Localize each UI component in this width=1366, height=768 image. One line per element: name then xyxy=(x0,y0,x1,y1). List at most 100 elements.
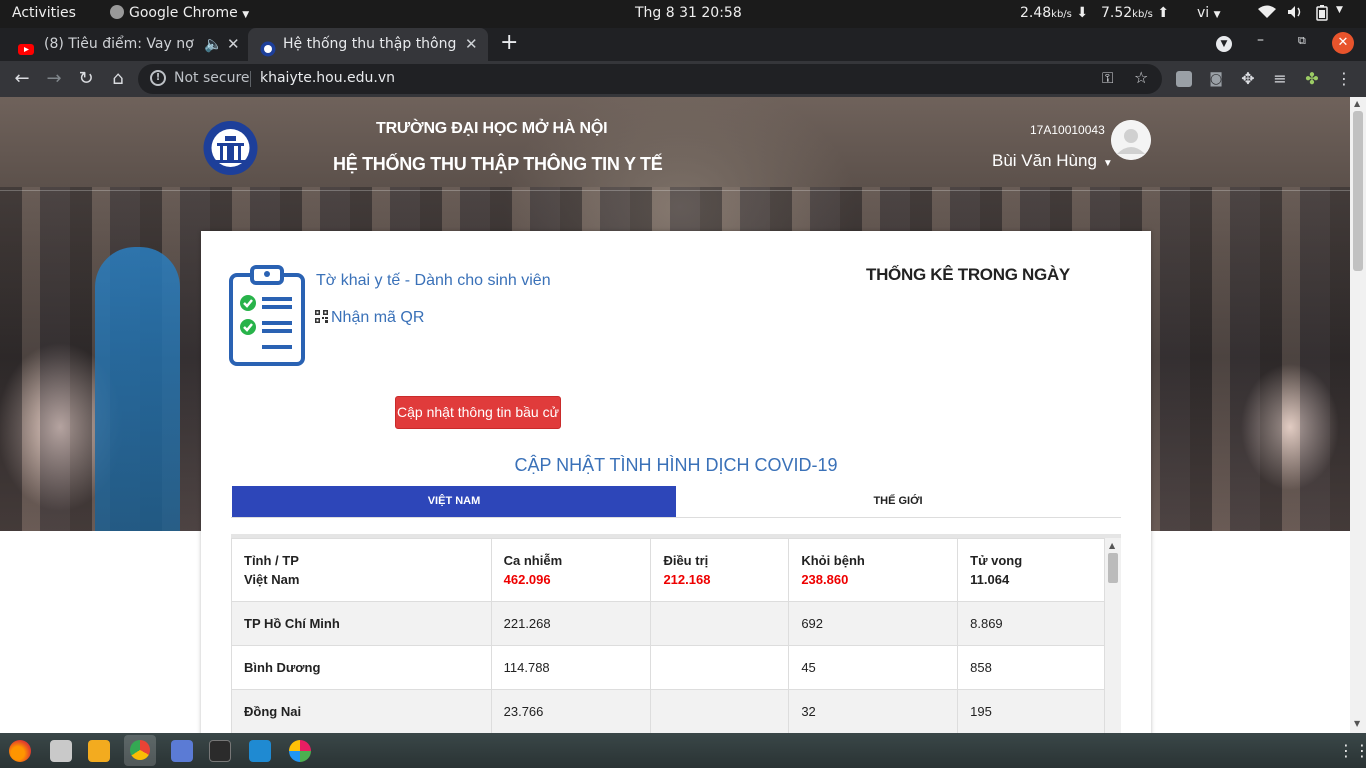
tab-close-icon[interactable]: ✕ xyxy=(227,28,240,60)
cell-province: TP Hồ Chí Minh xyxy=(231,601,492,646)
header-deaths: Tử vong 11.064 xyxy=(957,538,1105,602)
forward-arrow-icon[interactable]: → xyxy=(43,69,65,89)
cell-recovered: 692 xyxy=(788,601,959,646)
security-label[interactable]: Not secure xyxy=(174,70,250,86)
header-label: Khỏi bệnh xyxy=(801,553,865,568)
cell-cases: 114.788 xyxy=(490,645,652,690)
firefox-icon[interactable] xyxy=(9,740,31,762)
cell-treating xyxy=(650,689,790,733)
cell-cases: 23.766 xyxy=(490,689,652,733)
battery-icon[interactable] xyxy=(1316,5,1328,25)
header-province: Tỉnh / TP Việt Nam xyxy=(231,538,492,602)
qr-link-label: Nhận mã QR xyxy=(331,309,425,326)
volume-icon[interactable] xyxy=(1287,5,1303,23)
cell-province: Bình Dương xyxy=(231,645,492,690)
system-top-bar: Activities Google Chrome ▼ Thg 8 31 20:5… xyxy=(0,0,1366,28)
address-bar[interactable]: ! Not secure khaiyte.hou.edu.vn ⚿ ☆ xyxy=(138,64,1162,94)
reload-icon[interactable]: ↻ xyxy=(75,69,97,89)
bookmark-star-icon[interactable]: ☆ xyxy=(1134,68,1148,87)
app-menu[interactable]: Google Chrome ▼ xyxy=(110,5,249,21)
up-speed-unit: kb/s xyxy=(1051,9,1072,20)
table-scrollbar-thumb[interactable] xyxy=(1108,553,1118,583)
chrome-menu-icon[interactable]: ⋮ xyxy=(1333,69,1355,89)
qr-link[interactable]: Nhận mã QR xyxy=(315,309,424,327)
system-menu-chevron-icon[interactable]: ▼ xyxy=(1336,5,1343,15)
chrome-dock-item[interactable] xyxy=(124,735,156,766)
youtube-icon xyxy=(18,37,34,55)
tab-search-chevron-icon[interactable]: ▼ xyxy=(1216,36,1232,52)
daily-stats-title: THỐNG KÊ TRONG NGÀY xyxy=(866,265,1070,284)
student-id: 17A10010043 xyxy=(1030,123,1105,137)
main-card: Tờ khai y tế - Dành cho sinh viên Nhận m… xyxy=(201,231,1151,733)
hou-logo-icon xyxy=(260,37,276,57)
minimize-icon[interactable]: – xyxy=(1257,32,1264,48)
cell-treating xyxy=(650,601,790,646)
avatar[interactable] xyxy=(1111,120,1151,160)
activities-button[interactable]: Activities xyxy=(12,5,76,21)
page-scrollbar-thumb[interactable] xyxy=(1353,111,1363,271)
clipboard-checklist-icon xyxy=(229,265,305,366)
files-icon[interactable] xyxy=(50,740,72,762)
cell-deaths: 8.869 xyxy=(957,601,1105,646)
chevron-down-icon: ▼ xyxy=(1213,10,1221,20)
vscode-icon[interactable] xyxy=(249,740,271,762)
browser-tab-youtube[interactable]: (8) Tiêu điểm: Vay nợ c 🔈 ✕ xyxy=(0,28,248,61)
tab-vietnam[interactable]: VIỆT NAM xyxy=(232,486,676,517)
browser-toolbar: ← → ↻ ⌂ ! Not secure khaiyte.hou.edu.vn … xyxy=(0,61,1366,97)
crowd-photo-detail xyxy=(95,247,180,531)
header-total: 238.860 xyxy=(801,572,849,587)
media-queue-icon[interactable]: ≡ xyxy=(1269,69,1291,89)
covid-table-container[interactable]: Tỉnh / TP Việt Nam Ca nhiễm 462.096 Điều t… xyxy=(231,534,1121,733)
tab-close-icon[interactable]: ✕ xyxy=(465,28,478,60)
upload-arrow-icon: ⬆ xyxy=(1157,5,1170,21)
cell-deaths: 858 xyxy=(957,645,1105,690)
web-page: TRƯỜNG ĐẠI HỌC MỞ HÀ NỘI HỆ THỐNG THU TH… xyxy=(0,97,1366,733)
tab-world[interactable]: THẾ GIỚI xyxy=(676,486,1120,517)
up-speed-value: 2.48 xyxy=(1020,5,1052,21)
table-scrollbar[interactable]: ▲ xyxy=(1105,538,1121,733)
extension-profile-icon[interactable] xyxy=(1176,71,1192,87)
close-window-icon[interactable]: ✕ xyxy=(1332,32,1354,54)
header-treating: Điều trị 212.168 xyxy=(650,538,790,602)
cell-cases: 221.268 xyxy=(490,601,652,646)
terminal-icon[interactable] xyxy=(209,740,231,762)
page-scrollbar[interactable]: ▲ ▼ xyxy=(1350,97,1366,733)
wifi-icon[interactable] xyxy=(1258,5,1276,23)
calculator-icon[interactable] xyxy=(171,740,193,762)
warning-info-icon[interactable]: ! xyxy=(150,70,166,86)
input-language[interactable]: vi ▼ xyxy=(1197,5,1221,21)
home-icon[interactable]: ⌂ xyxy=(107,69,129,89)
restore-icon[interactable]: ⧉ xyxy=(1298,34,1306,48)
chrome-icon xyxy=(130,740,150,760)
clover-extension-icon[interactable]: ✤ xyxy=(1301,69,1323,89)
caret-down-icon: ▼ xyxy=(1102,158,1113,169)
network-speed-down: 7.52kb/s ⬆ xyxy=(1101,5,1169,21)
declaration-link[interactable]: Tờ khai y tế - Dành cho sinh viên xyxy=(316,272,551,290)
cell-deaths: 195 xyxy=(957,689,1105,733)
camera-extension-icon[interactable]: ◙ xyxy=(1205,69,1227,89)
input-language-label: vi xyxy=(1197,5,1210,21)
show-apps-grid-icon[interactable]: ⋮⋮ xyxy=(1338,741,1366,760)
user-menu[interactable]: Bùi Văn Hùng ▼ xyxy=(992,151,1113,171)
download-arrow-icon: ⬇ xyxy=(1076,5,1089,21)
scroll-up-arrow-icon[interactable]: ▲ xyxy=(1109,541,1115,550)
sublime-text-icon[interactable] xyxy=(88,740,110,762)
extensions-puzzle-icon[interactable]: ✥ xyxy=(1237,69,1259,89)
back-arrow-icon[interactable]: ← xyxy=(11,69,33,89)
new-tab-plus-icon[interactable]: + xyxy=(500,30,518,55)
hou-logo-icon[interactable] xyxy=(203,117,258,179)
url-text[interactable]: khaiyte.hou.edu.vn xyxy=(260,70,395,86)
tab-audio-icon[interactable]: 🔈 xyxy=(204,28,223,60)
key-icon[interactable]: ⚿ xyxy=(1102,69,1113,87)
omnibox-divider xyxy=(250,71,251,87)
slack-icon[interactable] xyxy=(289,740,311,762)
browser-tab-khaiyte[interactable]: Hệ thống thu thập thông ✕ xyxy=(248,28,488,61)
cell-recovered: 45 xyxy=(788,645,959,690)
cell-recovered: 32 xyxy=(788,689,959,733)
scroll-up-arrow-icon[interactable]: ▲ xyxy=(1354,99,1360,108)
scroll-down-arrow-icon[interactable]: ▼ xyxy=(1354,719,1360,728)
clock[interactable]: Thg 8 31 20:58 xyxy=(635,5,742,21)
down-speed-unit: kb/s xyxy=(1132,9,1153,20)
update-election-info-button[interactable]: Cập nhật thông tin bầu cử xyxy=(395,396,561,429)
dock-bar: ⋮⋮ xyxy=(0,733,1366,768)
